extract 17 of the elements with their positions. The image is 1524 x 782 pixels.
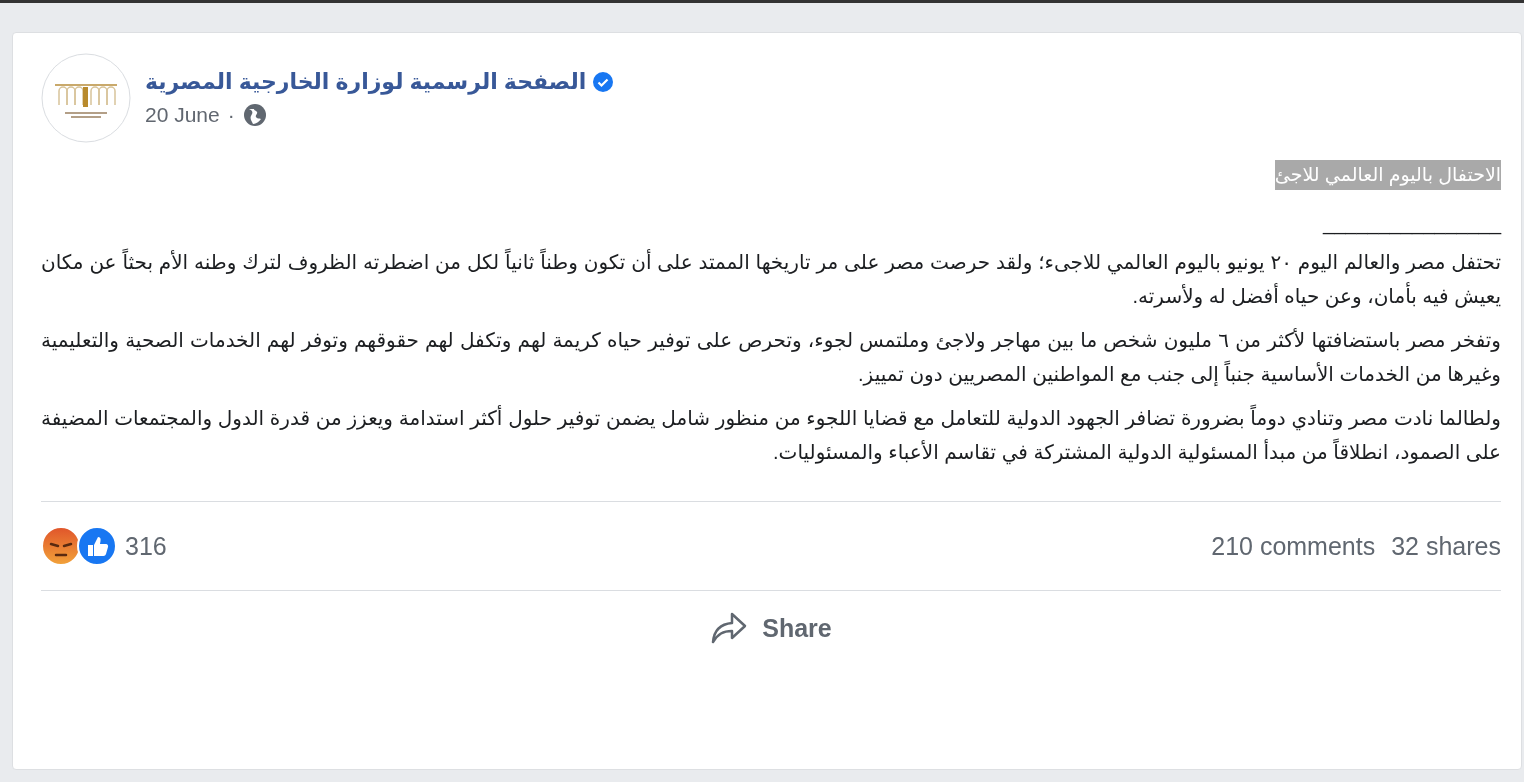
share-button[interactable]: Share [694, 603, 848, 653]
post-paragraph: تحتفل مصر والعالم اليوم ٢٠ يونيو باليوم العالمي للاجىء؛ ولقد حرصت مصر على مر تاريخها الممتد على أن تكون وطناً ثانياً لكل من اضطرته الظروف لترك وطنه الأم بحثاً عن مكان يعيش فيه بأمان، وعن حياه أفضل له ولأسرته. [41, 245, 1501, 313]
share-arrow-icon [710, 611, 749, 645]
meta-separator: · [227, 103, 235, 127]
comments-count-link[interactable]: 210 comments [1211, 531, 1376, 561]
post-date[interactable]: 20 June [145, 103, 220, 127]
reaction-count[interactable]: 316 [125, 531, 167, 561]
like-reaction-icon [77, 526, 117, 566]
post-paragraph: وتفخر مصر باستضافتها لأكثر من ٦ مليون شخص ما بين مهاجر ولاجئ وملتمس لجوء، وتحرص على توفير حياه كريمة لهم وتكفل لهم حقوقهم وتوفر لهم الخدمات الصحية والتعليمية وغيرها من الخدمات الأساسية جنباً إلى جنب مع المواطنين المصريين دون تمييز. [41, 327, 1501, 388]
shares-count-link[interactable]: 32 shares [1391, 531, 1501, 561]
post-paragraph: ولطالما نادت مصر وتنادي دوماً بضرورة تضافر الجهود الدولية للتعامل مع قضايا اللجوء من منظور شامل يضمن توفير حلول أكثر استدامة ويعزز من قدرة الدول والمجتمعات المضيفة على الصمود، انطلاقاً من مبدأ المسئولية الدولية المشتركة في تقاسم الأعباء والمسئوليات. [41, 401, 1501, 469]
page-logo-avatar[interactable] [41, 53, 131, 143]
page-name-link[interactable]: الصفحة الرسمية لوزارة الخارجية المصرية [145, 69, 587, 95]
post-heading: الاحتفال باليوم العالمي للاجئ [1274, 160, 1501, 190]
globe-icon [242, 103, 267, 127]
underline-rule: ________________ [1323, 211, 1501, 237]
angry-reaction-icon [41, 526, 81, 566]
